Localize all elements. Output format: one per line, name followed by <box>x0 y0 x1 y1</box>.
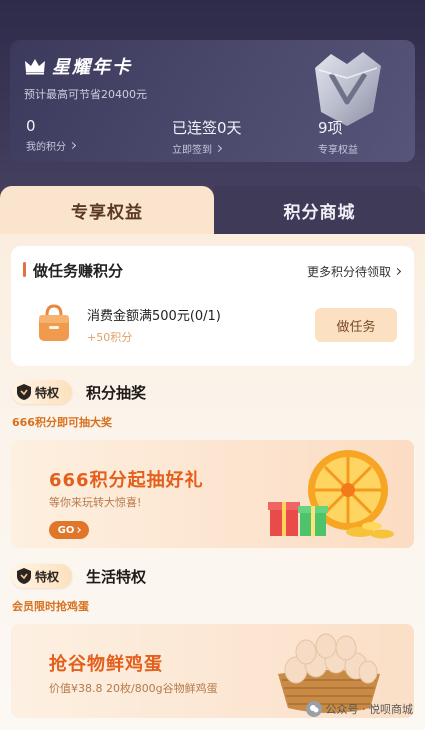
go-button[interactable]: GO <box>49 521 89 539</box>
egg-banner-subtitle: 价值¥38.8 20枚/800g谷物鲜鸡蛋 <box>49 682 218 695</box>
checkin-value: 已连签0天 <box>172 119 242 137</box>
lottery-banner-subtitle: 等你来玩转大惊喜! <box>49 496 142 509</box>
vip-card[interactable]: 星耀年卡 预计最高可节省20400元 0 我的积分 已连签0天 立即签到 9项 … <box>10 40 415 162</box>
lottery-subtitle: 666积分即可抽大奖 <box>12 416 112 429</box>
life-header: 特权 生活特权 <box>12 564 169 588</box>
privilege-badge-label: 特权 <box>35 385 60 400</box>
tab-exclusive-benefits[interactable]: 专享权益 <box>0 186 214 234</box>
stat-checkin[interactable]: 已连签0天 立即签到 <box>172 117 242 156</box>
life-subtitle: 会员限时抢鸡蛋 <box>12 600 89 613</box>
more-points-link[interactable]: 更多积分待领取 <box>306 263 402 280</box>
vip-title-row: 星耀年卡 <box>24 53 132 79</box>
privilege-badge: 特权 <box>12 380 72 404</box>
benefits-label: 专享权益 <box>318 145 358 156</box>
tab-bar: 专享权益 积分商城 <box>0 186 425 234</box>
vip-savings-text: 预计最高可节省20400元 <box>24 88 147 101</box>
shield-icon <box>17 568 31 584</box>
checkin-label: 立即签到 <box>172 145 212 156</box>
points-label-row: 我的积分 <box>26 138 77 153</box>
shield-icon <box>17 384 31 400</box>
lottery-banner-title: 666积分起抽好礼 <box>49 470 204 491</box>
privilege-badge-label: 特权 <box>35 569 60 584</box>
prize-wheel-icon <box>268 450 394 539</box>
task-points: +50积分 <box>87 331 133 344</box>
watermark: 公众号 · 悦呗商城 <box>305 701 414 717</box>
lottery-header: 特权 积分抽奖 <box>12 380 169 404</box>
vip-title: 星耀年卡 <box>52 57 132 78</box>
chevron-right-icon <box>68 141 77 150</box>
egg-banner-title: 抢谷物鲜鸡蛋 <box>49 654 163 675</box>
chevron-right-icon <box>393 267 402 276</box>
watermark-text: 公众号 · 悦呗商城 <box>325 703 414 716</box>
lottery-banner[interactable]: 666积分起抽好礼 等你来玩转大惊喜! GO <box>11 440 414 548</box>
more-points-label: 更多积分待领取 <box>306 265 391 279</box>
chevron-right-icon <box>75 527 82 533</box>
task-section-title: 做任务赚积分 <box>33 262 124 280</box>
lottery-section-title: 积分抽奖 <box>81 383 169 403</box>
stat-points[interactable]: 0 我的积分 <box>26 117 77 153</box>
points-label: 我的积分 <box>26 142 66 153</box>
benefits-value: 9项 <box>318 119 343 137</box>
privilege-badge: 特权 <box>12 564 72 588</box>
vip-stats: 0 我的积分 已连签0天 立即签到 9项 专享权益 <box>10 117 415 157</box>
points-value: 0 <box>26 117 36 135</box>
tab-points-mall[interactable]: 积分商城 <box>214 186 425 234</box>
task-card: 做任务赚积分 更多积分待领取 消费金额满500元(0/1) +50积分 做任务 <box>11 246 414 366</box>
go-label: GO <box>57 524 75 536</box>
do-task-button[interactable]: 做任务 <box>315 308 397 342</box>
life-section-title: 生活特权 <box>81 567 169 587</box>
shopping-bag-icon <box>39 304 69 341</box>
stat-benefits[interactable]: 9项 专享权益 <box>318 117 358 156</box>
title-accent-bar <box>23 262 26 277</box>
checkin-label-row: 立即签到 <box>172 141 242 156</box>
chevron-right-icon <box>214 144 223 153</box>
task-name: 消费金额满500元(0/1) <box>87 309 221 324</box>
wechat-icon <box>305 701 322 717</box>
crown-icon <box>25 59 45 75</box>
